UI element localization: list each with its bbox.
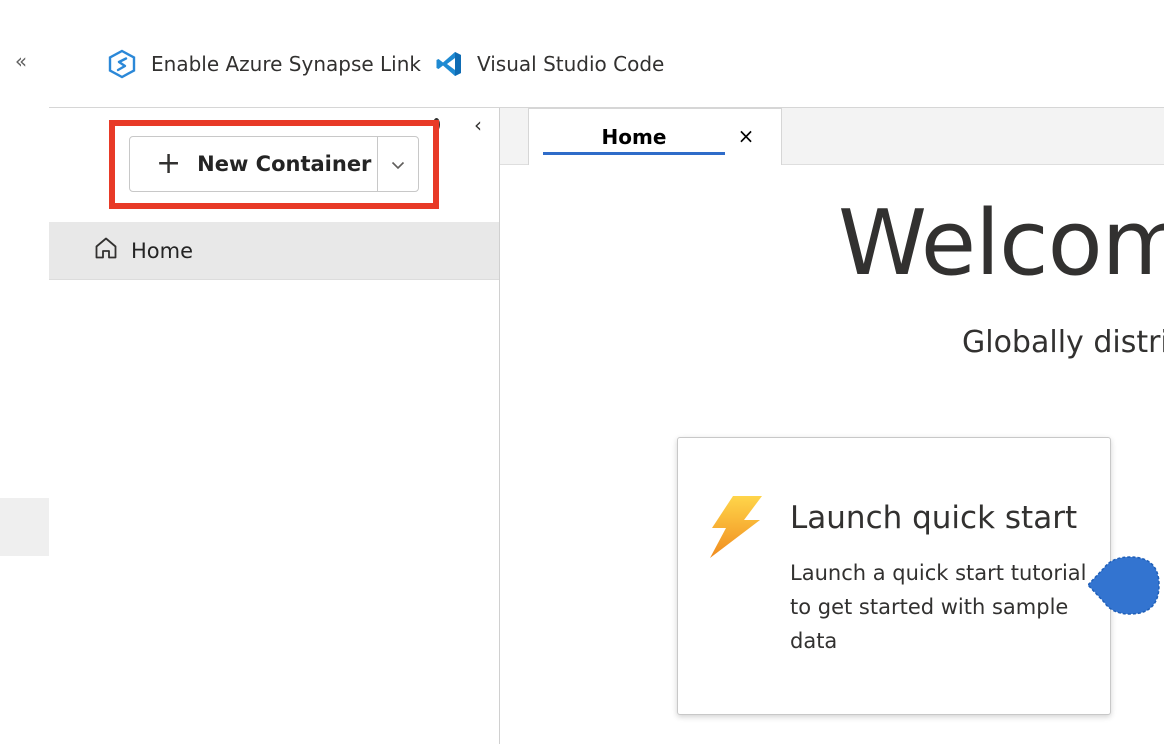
vscode-icon xyxy=(435,50,463,78)
card-description: Launch a quick start tutorial to get sta… xyxy=(790,561,1087,653)
rail-selected-item[interactable] xyxy=(0,498,49,556)
tree-item-home[interactable]: Home xyxy=(49,222,499,280)
annotation-highlight-box xyxy=(109,120,439,209)
enable-synapse-link-label: Enable Azure Synapse Link xyxy=(151,52,421,76)
resource-tree-pane: ‹ + New Container Home xyxy=(49,108,499,744)
tree-item-home-label: Home xyxy=(131,238,194,263)
active-tab-indicator xyxy=(543,152,725,155)
welcome-title: Welcome xyxy=(838,191,1164,296)
lightning-icon xyxy=(706,494,766,564)
visual-studio-code-button[interactable]: Visual Studio Code xyxy=(435,44,664,84)
close-icon[interactable]: × xyxy=(735,125,757,147)
tab-strip: Home × xyxy=(500,108,1164,165)
enable-synapse-link-button[interactable]: Enable Azure Synapse Link xyxy=(107,44,421,84)
command-bar: Enable Azure Synapse Link Visual Studio … xyxy=(49,0,1164,107)
pane-divider[interactable] xyxy=(499,108,500,744)
card-title: Launch quick start xyxy=(790,500,1078,536)
home-icon xyxy=(93,235,119,266)
visual-studio-code-label: Visual Studio Code xyxy=(477,52,665,76)
collapse-pane-icon[interactable]: ‹ xyxy=(466,114,490,138)
left-rail: « xyxy=(0,0,49,744)
welcome-subtitle: Globally distrib xyxy=(962,325,1164,360)
tab-home[interactable]: Home × xyxy=(528,108,782,165)
collapse-rail-icon[interactable]: « xyxy=(10,50,32,74)
app-window: « Enable Azure Synapse Link Visual Studi… xyxy=(0,0,1164,744)
tab-home-label: Home xyxy=(601,125,667,149)
launch-quick-start-card[interactable]: Launch quick start Launch a quick start … xyxy=(677,437,1111,715)
teaching-beacon-icon[interactable] xyxy=(1086,556,1160,616)
synapse-link-icon xyxy=(107,49,137,79)
